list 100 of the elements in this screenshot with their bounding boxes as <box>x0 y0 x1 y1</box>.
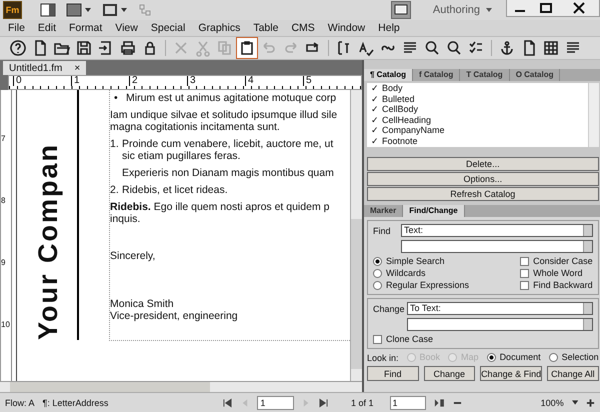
option-label[interactable]: Simple Search <box>386 256 445 267</box>
ruler-number: 10 <box>1 320 11 331</box>
ruler-number: 0 <box>13 76 71 86</box>
check-mark: ✓ <box>371 136 379 146</box>
find-text-field[interactable] <box>401 240 593 253</box>
action-button[interactable]: Change All <box>547 366 599 381</box>
option-label[interactable]: Whole Word <box>533 268 582 279</box>
checkbox[interactable] <box>373 335 382 344</box>
option-label[interactable]: Document <box>500 352 541 363</box>
radio-button[interactable] <box>373 257 382 266</box>
catalog-item[interactable]: CellHeading <box>382 114 432 125</box>
catalog-item[interactable]: Bulleted <box>382 94 415 104</box>
printer-icon[interactable] <box>118 38 138 58</box>
zoom-in-icon[interactable] <box>586 398 595 408</box>
checkbox[interactable] <box>520 281 530 290</box>
action-button[interactable]: Change <box>424 366 476 381</box>
check-mark: ✓ <box>371 125 379 136</box>
layout-dropdown-icon[interactable] <box>66 3 92 17</box>
menu-item[interactable]: Special <box>150 22 186 34</box>
catalog-tab[interactable]: ¶ Catalog <box>364 69 414 81</box>
radio-button[interactable] <box>373 269 382 278</box>
monitor-icon[interactable] <box>390 1 411 19</box>
workspace-switcher[interactable]: Authoring <box>432 4 480 16</box>
radio-button[interactable] <box>486 353 496 362</box>
option-label[interactable]: Consider Case <box>533 256 593 267</box>
menu-item[interactable]: Help <box>378 22 400 34</box>
menu-item[interactable]: View <box>115 22 138 34</box>
text-line: Iam undique silvae et solitudo ipsumque illud sile <box>110 109 338 121</box>
text-line: Vice-president, engineering <box>110 310 238 322</box>
change-type-dropdown[interactable]: To Text: <box>407 302 593 315</box>
panel-layout-icon[interactable] <box>40 3 56 17</box>
ruler-number: 4 <box>245 76 303 86</box>
catalog-button[interactable]: Delete... <box>367 157 599 171</box>
list-scrollbar[interactable] <box>588 83 599 147</box>
option-label[interactable]: Wildcards <box>386 268 426 279</box>
menu-item[interactable]: Graphics <box>198 22 240 34</box>
radio-button[interactable] <box>548 353 558 362</box>
page-number-field[interactable]: 1 <box>257 396 294 410</box>
help-icon[interactable] <box>8 38 28 58</box>
find-label: Find <box>373 226 392 236</box>
option-label[interactable]: Regular Expressions <box>386 280 470 291</box>
change-text-field[interactable] <box>407 318 593 331</box>
option-label[interactable]: Selection <box>562 352 599 363</box>
ruler-number: 2 <box>129 76 187 86</box>
catalog-button[interactable]: Options... <box>367 172 599 186</box>
ruler-number: 3 <box>187 76 245 86</box>
list-marker: • <box>113 92 119 104</box>
check-mark: ✓ <box>371 94 379 104</box>
catalog-item[interactable]: Footnote <box>382 136 418 146</box>
text-line: Mirum est ut animus agitatione motuque corp <box>126 92 336 104</box>
zoom-level[interactable]: 100% <box>540 398 564 408</box>
page-count: 1 of 1 <box>350 398 374 408</box>
go-to-page-field[interactable]: 1 <box>390 396 426 410</box>
option-label[interactable]: Clone Case <box>386 334 434 345</box>
text-line: Ridebis. Ego ille quem nosti apros et quidem p <box>110 201 330 213</box>
catalog-tab[interactable]: T Catalog <box>460 69 510 81</box>
action-button[interactable]: Find <box>367 366 419 381</box>
catalog-item[interactable]: CellBody <box>382 104 418 114</box>
caret-icon[interactable] <box>486 8 492 12</box>
check-mark: ✓ <box>371 104 379 114</box>
menu-item[interactable]: Table <box>253 22 278 34</box>
document-tab[interactable]: Untitled1.fm × <box>3 61 86 75</box>
text-line: magna cogitationis incitamenta sunt. <box>110 121 281 133</box>
catalog-tab[interactable]: O Catalog <box>510 69 560 81</box>
table-grid-icon[interactable] <box>541 38 561 58</box>
first-page-icon[interactable] <box>223 398 232 408</box>
find-type-dropdown[interactable]: Text: <box>401 224 593 237</box>
text-line: Proinde cum venabere, licebit, auctore me, ut <box>122 138 334 150</box>
page-marker-icon[interactable] <box>434 398 445 408</box>
caret-icon[interactable] <box>572 400 578 405</box>
radio-button[interactable] <box>373 281 382 290</box>
text-line: Sincerely, <box>110 250 156 262</box>
action-button[interactable]: Change & Find <box>480 366 542 381</box>
change-label: Change <box>373 304 403 314</box>
company-name: Your Compan <box>33 143 63 340</box>
catalog-item[interactable]: Body <box>382 83 403 94</box>
menu-item[interactable]: Format <box>69 22 102 34</box>
menu-item[interactable]: Edit <box>38 22 56 34</box>
menu-item[interactable]: CMS <box>291 22 315 34</box>
text-line: Experieris non Dianam magis montibus quam <box>122 167 334 179</box>
horizontal-scrollbar[interactable] <box>0 381 362 392</box>
checkbox[interactable] <box>520 257 530 266</box>
last-page-icon[interactable] <box>318 398 328 408</box>
option-label[interactable]: Find Backward <box>533 280 593 291</box>
clipboard-icon[interactable] <box>237 38 257 58</box>
text-line: inquis. <box>110 213 142 225</box>
catalog-tab[interactable]: f Catalog <box>413 69 460 81</box>
flow-label: Flow: A <box>5 398 35 408</box>
screen-mode-dropdown-icon[interactable] <box>102 3 128 17</box>
checkbox[interactable] <box>520 269 530 278</box>
text-line: Ridebis, et licet rideas. <box>122 184 228 196</box>
catalog-button[interactable]: Refresh Catalog <box>367 187 599 201</box>
panel-tab[interactable]: Find/Change <box>403 205 465 217</box>
ruler-number: 9 <box>1 258 6 269</box>
menu-item[interactable]: Window <box>328 22 366 34</box>
menu-item[interactable]: File <box>8 22 25 34</box>
ruler-number: 7 <box>1 134 6 145</box>
vertical-scrollbar[interactable] <box>350 90 362 381</box>
catalog-item[interactable]: CompanyName <box>382 125 445 136</box>
look-in-label: Look in: <box>367 352 399 362</box>
